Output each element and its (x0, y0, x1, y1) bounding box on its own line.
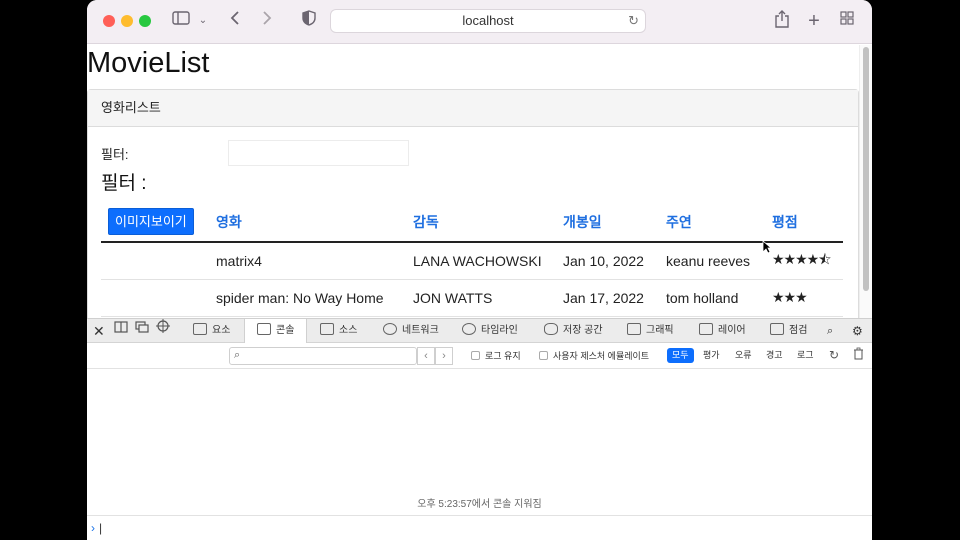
page-title: MovieList (87, 47, 210, 79)
undock-icon[interactable] (135, 319, 149, 343)
movie-star: tom holland (666, 279, 772, 317)
tab-elements[interactable]: 요소 (193, 319, 230, 343)
text-caret: | (99, 521, 103, 535)
layers-icon (699, 323, 713, 336)
forward-icon[interactable] (259, 10, 275, 32)
level-all[interactable]: 모두 (667, 348, 694, 363)
tab-graphics[interactable]: 그래픽 (627, 319, 674, 343)
back-icon[interactable] (227, 10, 243, 32)
console-search-input[interactable]: ⌕ (229, 347, 417, 365)
next-result-button[interactable]: › (435, 347, 453, 365)
console-icon (257, 323, 271, 336)
movie-director: LANA WACHOWSKI (413, 242, 563, 280)
scrollbar-thumb[interactable] (863, 47, 869, 291)
show-images-button[interactable]: 이미지보이기 (108, 208, 194, 235)
reload-icon[interactable]: ↻ (628, 10, 639, 32)
new-tab-icon[interactable]: + (805, 10, 823, 32)
console-filter-bar: ⌕ ‹ › 로그 유지 사용자 제스처 에뮬레이트 모두 평가 오류 경고 로그… (87, 343, 872, 369)
table-row: matrix4 LANA WACHOWSKI Jan 10, 2022 kean… (101, 242, 843, 280)
tab-storage[interactable]: 저장 공간 (544, 319, 603, 343)
trash-icon[interactable] (853, 347, 864, 362)
tab-audit[interactable]: 점검 (770, 319, 807, 343)
movie-release: Jan 17, 2022 (563, 279, 666, 317)
tab-sources[interactable]: 소스 (320, 319, 357, 343)
header-rating[interactable]: 평점 (772, 202, 843, 243)
storage-icon (544, 323, 558, 336)
movie-star: keanu reeves (666, 242, 772, 280)
movie-director: JON WATTS (413, 279, 563, 317)
tab-timeline[interactable]: 타임라인 (462, 319, 518, 343)
sources-icon (320, 323, 334, 336)
network-icon (383, 323, 397, 336)
devtools-tab-bar: ✕ 요소 콘솔 소스 네트워크 타임라인 저장 공간 그래픽 레이어 점검 ⌕ … (87, 318, 872, 343)
elements-icon (193, 323, 207, 336)
page-scrollbar[interactable] (859, 45, 872, 318)
level-warnings[interactable]: 경고 (761, 348, 788, 363)
zoom-window-button[interactable] (139, 15, 151, 27)
movie-image-cell (101, 242, 216, 280)
tab-network[interactable]: 네트워크 (383, 319, 439, 343)
prev-result-button[interactable]: ‹ (417, 347, 435, 365)
movie-release: Jan 10, 2022 (563, 242, 666, 280)
audit-icon (770, 323, 784, 336)
dock-icon[interactable] (114, 319, 128, 343)
movie-title: spider man: No Way Home (216, 279, 413, 317)
star-rating: ★★★ (772, 279, 843, 317)
movie-title: matrix4 (216, 242, 413, 280)
tab-overview-icon[interactable] (838, 10, 856, 32)
emulate-gesture-checkbox[interactable]: 사용자 제스처 에뮬레이트 (539, 349, 649, 363)
filter-label: 필터: (101, 147, 129, 162)
header-movie[interactable]: 영화 (216, 202, 413, 243)
star-rating: ★★★★⯪ (772, 242, 843, 280)
filter-input[interactable] (228, 140, 409, 166)
gear-icon[interactable]: ⚙ (852, 319, 863, 343)
search-icon[interactable]: ⌕ (827, 319, 833, 343)
level-errors[interactable]: 오류 (730, 348, 757, 363)
address-bar[interactable]: localhost ↻ (330, 9, 646, 33)
tab-console[interactable]: 콘솔 (244, 319, 308, 343)
header-star[interactable]: 주연 (666, 202, 772, 243)
preserve-log-checkbox[interactable]: 로그 유지 (471, 349, 521, 363)
browser-window: ⌄ localhost ↻ + MovieList 영화리스트 필터: 필터 : (87, 0, 872, 540)
console-prompt[interactable]: › | (87, 515, 872, 540)
level-evaluations[interactable]: 평가 (698, 348, 725, 363)
close-window-button[interactable] (103, 15, 115, 27)
table-row: spider man: No Way Home JON WATTS Jan 17… (101, 279, 843, 317)
crosshair-icon[interactable] (156, 319, 170, 343)
tab-layers[interactable]: 레이어 (699, 319, 746, 343)
chevron-down-icon[interactable]: ⌄ (197, 10, 209, 32)
browser-toolbar: ⌄ localhost ↻ + (87, 0, 872, 44)
timeline-icon (462, 323, 476, 336)
header-release[interactable]: 개봉일 (563, 202, 666, 243)
minimize-window-button[interactable] (121, 15, 133, 27)
refresh-icon[interactable]: ↻ (829, 348, 839, 362)
console-cleared-message: 오후 5:23:57에서 콘솔 지워짐 (417, 499, 542, 510)
url-text: localhost (462, 13, 514, 28)
search-icon: ⌕ (234, 349, 241, 361)
filter-heading: 필터 : (101, 173, 147, 194)
movie-table: 이미지보이기 영화 감독 개봉일 주연 평점 matrix4 LANA WACH… (101, 202, 843, 317)
share-icon[interactable] (773, 10, 791, 32)
prompt-chevron-icon: › (91, 521, 95, 535)
web-page: MovieList 영화리스트 필터: 필터 : 이미지보이기 영화 감독 개봉… (87, 45, 859, 318)
close-devtools-icon[interactable]: ✕ (93, 319, 105, 343)
table-header-row: 이미지보이기 영화 감독 개봉일 주연 평점 (101, 202, 843, 243)
level-logs[interactable]: 로그 (792, 348, 819, 363)
card-header: 영화리스트 (88, 90, 858, 127)
header-director[interactable]: 감독 (413, 202, 563, 243)
graphics-icon (627, 323, 641, 336)
mouse-cursor-icon (762, 240, 773, 257)
movie-image-cell (101, 279, 216, 317)
sidebar-icon[interactable] (171, 10, 191, 32)
console-output: 오후 5:23:57에서 콘솔 지워짐 (87, 369, 872, 515)
shield-icon[interactable] (301, 10, 317, 32)
